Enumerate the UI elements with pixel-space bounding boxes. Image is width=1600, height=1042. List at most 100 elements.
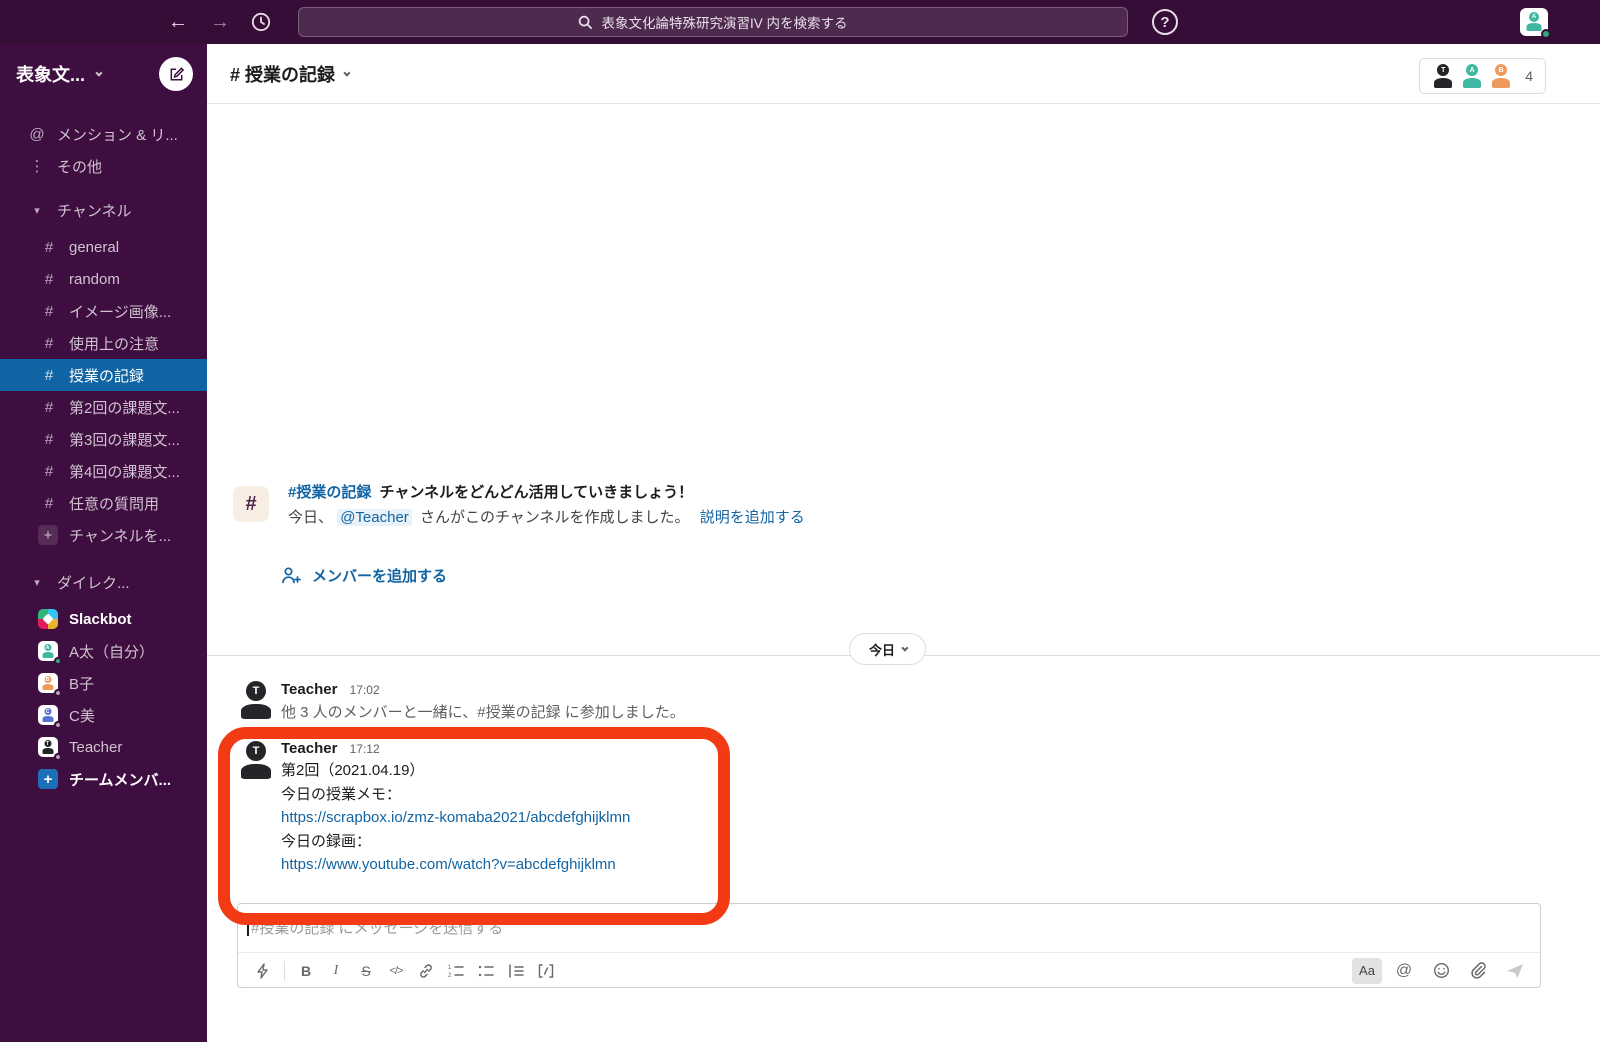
hash-icon: # [44, 302, 54, 320]
member-avatar: T [1432, 64, 1454, 88]
send-button[interactable] [1500, 958, 1530, 984]
channel-label: 任意の質問用 [69, 495, 160, 513]
chevron-down-icon [343, 69, 351, 77]
sidebar-dm-b[interactable]: B B子 [0, 667, 207, 699]
sidebar-channel-general[interactable]: # general [0, 231, 207, 263]
format-toggle-button[interactable]: Aa [1352, 957, 1382, 984]
message-notes: T [238, 741, 274, 784]
caret-down-icon: ▾ [34, 204, 40, 217]
workspace-header[interactable]: 表象文... [0, 44, 207, 104]
code-block-icon [538, 963, 554, 978]
message-timestamp[interactable]: 17:02 [350, 683, 380, 697]
channels-section-label: チャンネル [57, 202, 132, 220]
forward-arrow-icon: → [210, 10, 230, 33]
message-sender[interactable]: Teacher [281, 740, 337, 757]
bullet-list-icon [478, 965, 494, 976]
member-avatar: B [1490, 64, 1512, 88]
creator-mention[interactable]: @Teacher [337, 509, 412, 526]
slack-window: ← → 表象文化論特殊研究演習IV 内を検索する ? A 表象文... @ メン… [0, 0, 1600, 1042]
sidebar-add-channel[interactable]: + チャンネルを... [0, 519, 207, 551]
sidebar-dm-self[interactable]: A A太（自分） [0, 635, 207, 667]
dm-avatar: T [38, 737, 62, 761]
emoji-smiley-icon [1433, 962, 1449, 979]
sidebar-channel-class-records-selected[interactable]: # 授業の記録 [0, 359, 207, 391]
clock-icon [251, 12, 271, 32]
hash-icon: # [44, 270, 54, 288]
inline-code-button[interactable]: </> [381, 958, 411, 984]
add-channel-label: チャンネルを... [69, 527, 172, 545]
workspace-name: 表象文... [16, 65, 86, 85]
toolbar-divider [284, 960, 285, 981]
sidebar-dm-slackbot[interactable]: Slackbot [0, 603, 207, 635]
history-forward-button[interactable]: → [205, 0, 235, 44]
sidebar-item-mentions[interactable]: @ メンション & リ... [0, 118, 207, 150]
date-label: 今日 [868, 642, 895, 658]
history-back-button[interactable]: ← [163, 0, 193, 44]
channel-label: 第4回の課題文... [69, 463, 180, 481]
hash-icon: # [44, 462, 54, 480]
compose-button[interactable] [159, 57, 193, 91]
sidebar-channel-questions[interactable]: # 任意の質問用 [0, 487, 207, 519]
message-sender[interactable]: Teacher [281, 681, 337, 698]
help-button[interactable]: ? [1152, 9, 1178, 35]
message-avatar[interactable]: T [238, 741, 274, 779]
online-status-dot [54, 657, 62, 665]
channels-section-header[interactable]: ▾ チャンネル [0, 194, 207, 226]
channel-label: 使用上の注意 [69, 335, 160, 353]
sidebar-item-more[interactable]: ⋮ その他 [0, 150, 207, 182]
offline-status-dot [54, 721, 62, 729]
sidebar-dm-teacher[interactable]: T Teacher [0, 731, 207, 763]
hash-icon: # [44, 430, 54, 448]
attach-file-button[interactable] [1463, 958, 1493, 984]
sidebar-channel-random[interactable]: # random [0, 263, 207, 295]
channel-title-button[interactable]: # 授業の記録 [230, 61, 351, 87]
hash-icon: # [44, 398, 54, 416]
channel-label: general [69, 238, 120, 256]
sidebar-channel-image[interactable]: # イメージ画像... [0, 295, 207, 327]
message-composer[interactable]: #授業の記録 にメッセージを送信する B I S </> 12 Aa @ [237, 903, 1541, 988]
shortcuts-button[interactable] [248, 958, 278, 984]
chevron-down-icon [95, 69, 103, 77]
message-timestamp[interactable]: 17:12 [350, 742, 380, 756]
message-join-body: Teacher 17:02 他 3 人のメンバーと一緒に、#授業の記録 に参加し… [281, 681, 685, 722]
ordered-list-button[interactable]: 12 [441, 958, 471, 984]
message-avatar[interactable]: T [238, 681, 274, 719]
dm-name: Teacher [69, 738, 123, 756]
blockquote-button[interactable] [501, 958, 531, 984]
message-line: 第2回（2021.04.19） [281, 762, 425, 779]
emoji-button[interactable] [1426, 958, 1456, 984]
channel-label: 授業の記録 [69, 367, 145, 385]
dm-section-header[interactable]: ▾ ダイレク... [0, 566, 207, 598]
channel-intro-created-line: 今日、 @Teacher さんがこのチャンネルを作成しました。 説明を追加する [288, 506, 805, 527]
link-button[interactable] [411, 958, 441, 984]
text-caret [247, 915, 249, 936]
svg-text:2: 2 [448, 973, 452, 978]
message-line: 今日の録画： [281, 832, 372, 850]
youtube-link[interactable]: https://www.youtube.com/watch?v=abcdefgh… [281, 853, 616, 877]
sidebar-channel-assignment4[interactable]: # 第4回の課題文... [0, 455, 207, 487]
add-members-button[interactable]: メンバーを追加する [280, 565, 447, 586]
date-divider-button[interactable]: 今日 [849, 633, 926, 665]
italic-button[interactable]: I [321, 958, 351, 984]
sidebar-channel-assignment2[interactable]: # 第2回の課題文... [0, 391, 207, 423]
dm-name: Slackbot [69, 610, 132, 628]
sidebar-channel-assignment3[interactable]: # 第3回の課題文... [0, 423, 207, 455]
user-avatar[interactable]: A [1520, 8, 1551, 39]
add-description-link[interactable]: 説明を追加する [700, 509, 805, 526]
search-placeholder: 表象文化論特殊研究演習IV 内を検索する [601, 16, 848, 31]
channel-name-link[interactable]: #授業の記録 [288, 484, 371, 501]
sidebar-channel-usage-notes[interactable]: # 使用上の注意 [0, 327, 207, 359]
mention-button[interactable]: @ [1389, 958, 1419, 984]
search-input[interactable]: 表象文化論特殊研究演習IV 内を検索する [298, 7, 1128, 37]
sidebar-dm-c[interactable]: C C美 [0, 699, 207, 731]
sidebar-invite-members[interactable]: + チームメンバ... [0, 763, 207, 795]
history-clock-button[interactable] [246, 0, 276, 44]
formatting-toolbar: B I S </> 12 Aa @ [238, 953, 1540, 988]
channel-members-button[interactable]: T A B 4 [1419, 58, 1546, 94]
question-mark-icon: ? [1160, 13, 1170, 31]
scrapbox-link[interactable]: https://scrapbox.io/zmz-komaba2021/abcde… [281, 806, 630, 830]
code-block-button[interactable] [531, 958, 561, 984]
bullet-list-button[interactable] [471, 958, 501, 984]
bold-button[interactable]: B [291, 958, 321, 984]
strikethrough-button[interactable]: S [351, 958, 381, 984]
